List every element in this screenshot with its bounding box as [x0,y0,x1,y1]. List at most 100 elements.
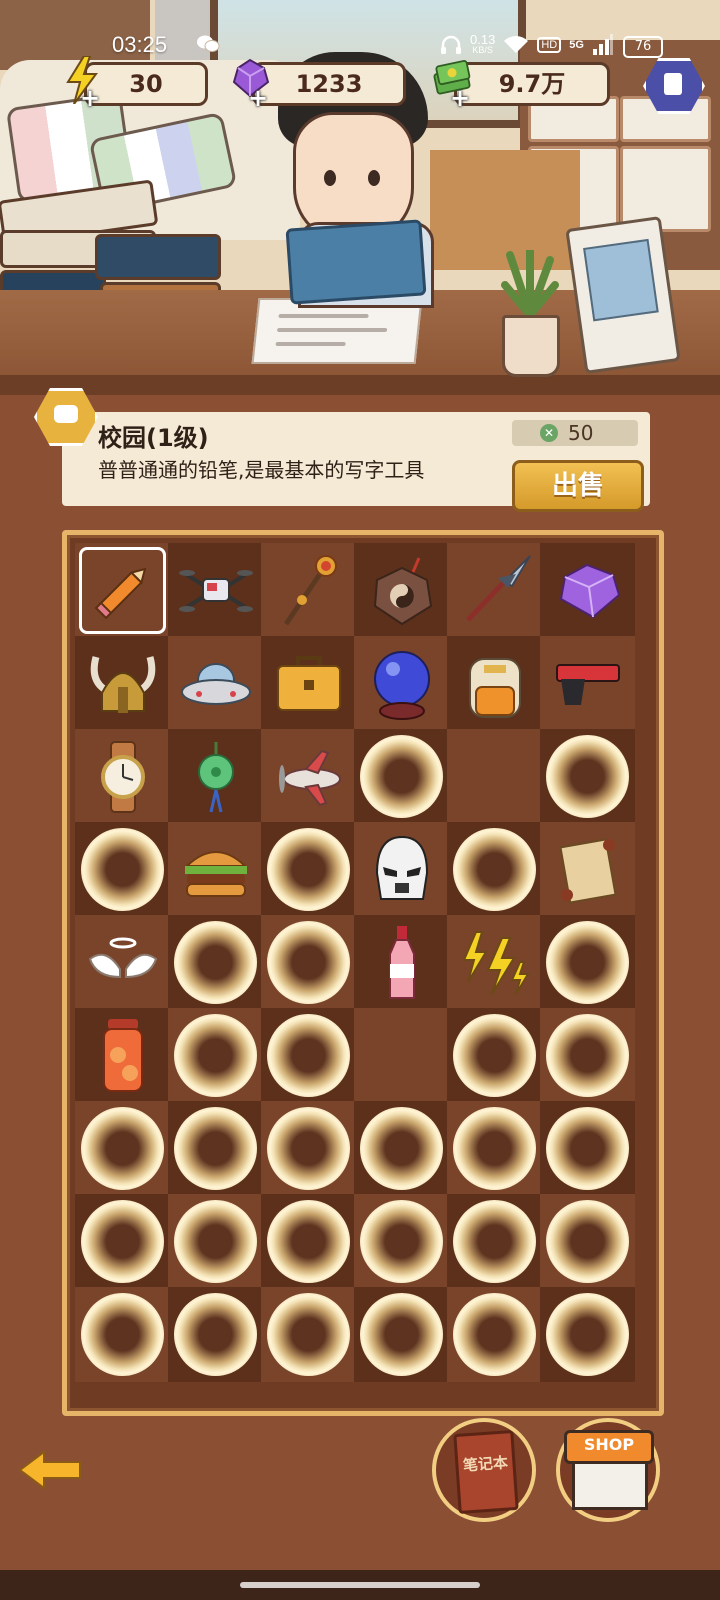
board-cell-drone[interactable] [168,543,263,638]
battery-indicator: 76 [623,36,663,58]
board-cell-viking-helmet[interactable] [75,636,170,731]
board-cell-stormtrooper-helmet[interactable] [354,822,449,917]
back-arrow-icon[interactable] [18,1448,84,1492]
locked-ring-icon [81,828,164,911]
locked-ring-icon [546,1014,629,1097]
board-cell-pencil[interactable] [75,543,170,638]
gem-counter[interactable]: 1233 + [230,58,410,112]
board-cell-bagua[interactable] [354,543,449,638]
empty-cell[interactable] [354,1008,449,1103]
locked-ring-icon [453,1293,536,1376]
scroll-icon [550,832,625,907]
locked-cell[interactable] [354,1287,449,1382]
board-cell-ufo[interactable] [168,636,263,731]
desk-edge [0,375,720,395]
locked-cell[interactable] [75,1194,170,1289]
spear-icon [457,553,532,628]
locked-cell[interactable] [447,822,542,917]
locked-cell[interactable] [75,1287,170,1382]
locked-cell[interactable] [168,915,263,1010]
locked-ring-icon [267,921,350,1004]
net-speed: 0.13 KB/S [470,33,495,56]
board-cell-jade-pendant[interactable] [168,729,263,824]
crystal-ball-icon [364,646,439,721]
locked-cell[interactable] [354,1101,449,1196]
headphones-icon [441,35,461,54]
locked-cell[interactable] [447,1194,542,1289]
board-cell-gem[interactable] [540,543,635,638]
wifi-icon [504,36,529,53]
locked-cell[interactable] [540,1194,635,1289]
locked-ring-icon [360,1107,443,1190]
locked-cell[interactable] [540,1008,635,1103]
board-cell-backpack[interactable] [447,636,542,731]
locked-cell[interactable] [168,1194,263,1289]
locked-ring-icon [267,828,350,911]
empty-cell[interactable] [447,729,542,824]
locked-cell[interactable] [168,1287,263,1382]
locked-cell[interactable] [261,1194,356,1289]
locked-cell[interactable] [540,915,635,1010]
board-cell-briefcase[interactable] [261,636,356,731]
energy-add-icon[interactable]: + [80,84,100,112]
notebook-icon: 笔记本 [453,1430,519,1514]
locked-cell[interactable] [447,1008,542,1103]
shop-label: SHOP [583,1435,635,1454]
board-cell-watch[interactable] [75,729,170,824]
locked-cell[interactable] [261,1008,356,1103]
locked-ring-icon [81,1293,164,1376]
gem-add-icon[interactable]: + [248,84,268,112]
locked-cell[interactable] [447,1101,542,1196]
board-cell-crystal-ball[interactable] [354,636,449,731]
locked-cell[interactable] [354,1194,449,1289]
locked-ring-icon [81,1107,164,1190]
board-cell-juice-jar[interactable] [75,1008,170,1103]
pistol-icon [550,646,625,721]
jade-pendant-icon [178,739,253,814]
energy-counter[interactable]: 30 + [62,56,212,112]
locked-cell[interactable] [261,822,356,917]
board-cell-lightning[interactable] [447,915,542,1010]
locked-cell[interactable] [75,1101,170,1196]
locked-cell[interactable] [447,1287,542,1382]
briefcase-icon [271,646,346,721]
backpack-icon [457,646,532,721]
board-cell-scroll[interactable] [540,822,635,917]
sell-button[interactable]: 出售 [512,460,644,512]
cash-counter[interactable]: 9.7万 + [432,60,612,112]
shop-button[interactable]: SHOP [556,1418,660,1522]
angel-wings-icon [85,925,160,1000]
locked-cell[interactable] [540,1101,635,1196]
locked-cell[interactable] [75,822,170,917]
locked-cell[interactable] [168,1101,263,1196]
cash-add-icon[interactable]: + [450,84,470,112]
locked-ring-icon [174,1293,257,1376]
item-name: 校园(1级) [98,424,209,452]
board-cell-spear[interactable] [447,543,542,638]
locked-ring-icon [267,1293,350,1376]
board-cell-staff[interactable] [261,543,356,638]
locked-cell[interactable] [540,1287,635,1382]
locked-ring-icon [360,1293,443,1376]
reading-book [285,219,427,305]
locked-ring-icon [453,1200,536,1283]
notebook-label: 笔记本 [462,1453,509,1475]
locked-cell[interactable] [168,1008,263,1103]
locked-cell[interactable] [261,1287,356,1382]
locked-ring-icon [453,828,536,911]
plane-icon [271,739,346,814]
board-cell-burger[interactable] [168,822,263,917]
document-icon [664,73,682,95]
board-cell-soda-bottle[interactable] [354,915,449,1010]
board-cell-plane[interactable] [261,729,356,824]
board-cell-angel-wings[interactable] [75,915,170,1010]
home-indicator[interactable] [240,1582,480,1588]
board-cell-pistol[interactable] [540,636,635,731]
notebook-button[interactable]: 笔记本 [432,1418,536,1522]
bagua-icon [364,553,439,628]
locked-cell[interactable] [354,729,449,824]
locked-cell[interactable] [540,729,635,824]
locked-cell[interactable] [261,915,356,1010]
locked-ring-icon [267,1107,350,1190]
locked-cell[interactable] [261,1101,356,1196]
